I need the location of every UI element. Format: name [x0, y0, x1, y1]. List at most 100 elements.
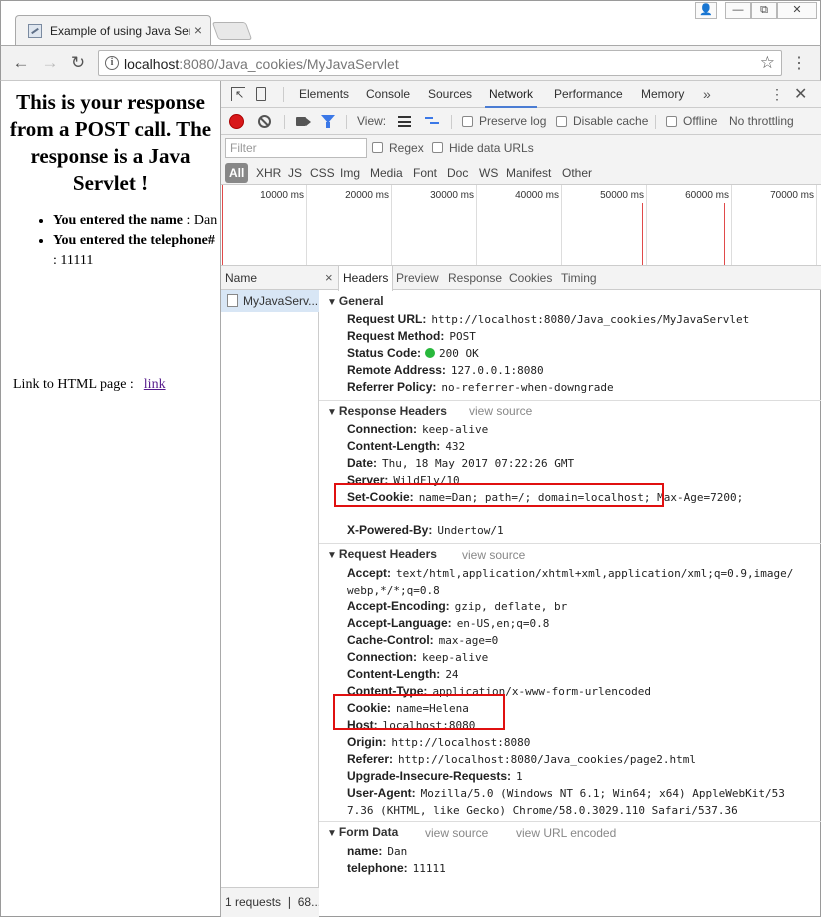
request-view-source-link[interactable]: view source: [462, 548, 525, 562]
url-text[interactable]: localhost:8080/Java_cookies/MyJavaServle…: [124, 56, 399, 72]
form-view-source-link[interactable]: view source: [425, 826, 488, 840]
tab-elements[interactable]: Elements: [295, 81, 353, 108]
clear-icon[interactable]: [258, 115, 271, 128]
header-row: Referrer Policy: no-referrer-when-downgra…: [347, 380, 614, 394]
result-list: You entered the name : Dan You entered t…: [53, 211, 220, 271]
throttling-select[interactable]: No throttling: [729, 108, 794, 135]
devtools-menu-icon[interactable]: ⋮: [770, 86, 784, 103]
response-headers-toggle[interactable]: ▼ Response Headers: [327, 404, 447, 418]
tab-performance[interactable]: Performance: [550, 81, 627, 108]
address-bar[interactable]: i localhost:8080/Java_cookies/MyJavaServ…: [98, 50, 782, 76]
tab-response[interactable]: Response: [444, 266, 506, 290]
form-row: name: Dan: [347, 844, 408, 858]
tick-label: 10000 ms: [260, 190, 304, 201]
tab-console[interactable]: Console: [362, 81, 414, 108]
site-info-icon[interactable]: i: [105, 56, 119, 70]
form-data-toggle[interactable]: ▼ Form Data: [327, 825, 398, 839]
tab-cookies[interactable]: Cookies: [505, 266, 556, 290]
capture-screenshots-icon[interactable]: [296, 117, 311, 126]
form-row: telephone: 11111: [347, 861, 446, 875]
tick-label: 20000 ms: [345, 190, 389, 201]
devtools-close-icon[interactable]: ✕: [794, 84, 807, 104]
large-rows-icon[interactable]: [398, 116, 411, 127]
type-doc[interactable]: Doc: [444, 163, 471, 183]
page-viewport: This is your response from a POST call. …: [0, 81, 220, 917]
inspect-element-icon[interactable]: [231, 87, 245, 101]
tab-preview[interactable]: Preview: [392, 266, 443, 290]
header-row: Request URL: http://localhost:8080/Java_c…: [347, 312, 750, 326]
maximize-button[interactable]: ⧉: [751, 2, 777, 19]
view-url-encoded-link[interactable]: view URL encoded: [516, 826, 616, 840]
load-marker: [222, 185, 223, 265]
close-window-button[interactable]: ✕: [777, 2, 817, 19]
header-row: Upgrade-Insecure-Requests: 1: [347, 769, 523, 783]
regex-checkbox[interactable]: [372, 142, 383, 153]
preserve-log-checkbox[interactable]: [462, 116, 473, 127]
header-row: Accept: text/html,application/xhtml+xml,a…: [347, 566, 794, 597]
tick-label: 50000 ms: [600, 190, 644, 201]
name-column-header[interactable]: Name: [221, 266, 319, 290]
tab-sources[interactable]: Sources: [424, 81, 476, 108]
tab-headers[interactable]: Headers: [338, 266, 394, 291]
header-row: Remote Address: 127.0.0.1:8080: [347, 363, 544, 377]
type-font[interactable]: Font: [410, 163, 440, 183]
bookmark-star-icon[interactable]: ☆: [760, 53, 775, 73]
header-row: Referer: http://localhost:8080/Java_cooki…: [347, 752, 697, 766]
more-tabs-icon[interactable]: »: [703, 86, 711, 102]
tab-memory[interactable]: Memory: [637, 81, 688, 108]
resource-type-filter: All XHR JS CSS Img Media Font Doc WS Man…: [221, 161, 821, 185]
load-marker: [642, 203, 643, 265]
request-details: × Headers Preview Response Cookies Timin…: [319, 266, 821, 917]
regex-label: Regex: [389, 141, 424, 155]
type-xhr[interactable]: XHR: [253, 163, 284, 183]
type-other[interactable]: Other: [559, 163, 595, 183]
timeline-overview[interactable]: 10000 ms 20000 ms 30000 ms 40000 ms 5000…: [221, 185, 821, 266]
offline-checkbox[interactable]: [666, 116, 677, 127]
title-bar: Example of using Java Serv × 👤 — ⧉ ✕: [0, 0, 821, 46]
type-css[interactable]: CSS: [307, 163, 338, 183]
browser-tab[interactable]: Example of using Java Serv ×: [15, 15, 211, 46]
type-img[interactable]: Img: [337, 163, 363, 183]
list-item: You entered the name : Dan: [53, 211, 220, 231]
record-icon[interactable]: [230, 115, 243, 128]
request-summary: 1 requests ❘ 68...: [221, 887, 319, 917]
minimize-button[interactable]: —: [725, 2, 751, 19]
tab-network[interactable]: Network: [485, 81, 538, 108]
back-icon[interactable]: ←: [10, 52, 32, 74]
type-manifest[interactable]: Manifest: [503, 163, 554, 183]
filter-icon[interactable]: [321, 115, 335, 128]
forward-icon[interactable]: →: [39, 52, 61, 74]
network-toolbar: View: Preserve log Disable cache Offline…: [221, 108, 821, 135]
devtools-tabbar: Elements Console Sources Network Perform…: [221, 81, 821, 108]
details-tabbar: × Headers Preview Response Cookies Timin…: [319, 266, 821, 291]
tab-title: Example of using Java Serv: [50, 24, 190, 38]
type-js[interactable]: JS: [285, 163, 305, 183]
response-view-source-link[interactable]: view source: [469, 404, 532, 418]
header-row: Content-Length: 24: [347, 667, 459, 681]
request-headers-toggle[interactable]: ▼ Request Headers: [327, 547, 437, 561]
status-ok-icon: [425, 348, 436, 358]
new-tab-button[interactable]: [211, 22, 253, 40]
request-row[interactable]: MyJavaServ...: [221, 290, 319, 312]
hide-data-urls-checkbox[interactable]: [432, 142, 443, 153]
html-page-link[interactable]: link: [144, 377, 166, 392]
general-section-toggle[interactable]: ▼ General: [327, 294, 384, 308]
type-media[interactable]: Media: [367, 163, 406, 183]
overview-icon[interactable]: [425, 116, 439, 127]
type-ws[interactable]: WS: [476, 163, 501, 183]
browser-toolbar: ← → ↻ i localhost:8080/Java_cookies/MyJa…: [0, 45, 821, 81]
header-row: Content-Length: 432: [347, 439, 466, 453]
chrome-menu-icon[interactable]: ⋮: [791, 54, 807, 74]
tab-close-icon[interactable]: ×: [194, 22, 202, 38]
tab-timing[interactable]: Timing: [557, 266, 601, 290]
filter-input[interactable]: Filter: [225, 138, 367, 158]
type-all[interactable]: All: [225, 163, 249, 183]
tick-label: 60000 ms: [685, 190, 729, 201]
profile-icon[interactable]: 👤: [695, 2, 717, 19]
disable-cache-checkbox[interactable]: [556, 116, 567, 127]
header-row: Status Code: 200 OK: [347, 346, 479, 360]
header-row: Connection: keep-alive: [347, 650, 489, 664]
details-close-icon[interactable]: ×: [325, 270, 333, 285]
reload-icon[interactable]: ↻: [67, 52, 89, 74]
device-toolbar-icon[interactable]: [256, 87, 266, 101]
